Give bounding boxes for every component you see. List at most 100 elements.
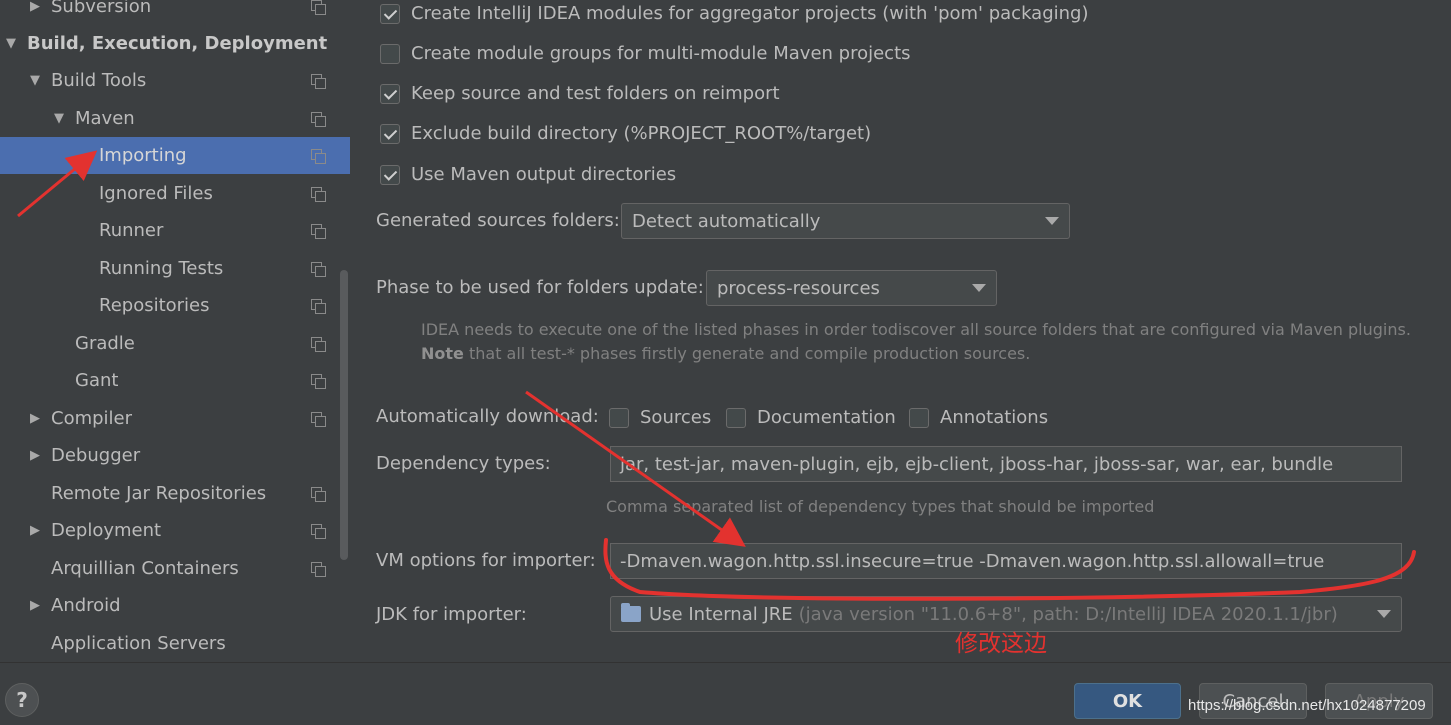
module-groups-checkbox[interactable] [380,43,400,64]
sidebar-item-build-tools[interactable]: ▼ Build Tools [0,62,350,99]
combo-value: process-resources [717,277,880,299]
project-scope-icon [311,111,326,127]
settings-dialog: ▶ Subversion ▼ Build, Execution, Deploym… [0,0,1451,725]
help-button[interactable]: ? [5,683,39,717]
phase-hint: IDEA needs to execute one of the listed … [421,320,1411,339]
download-sources-row[interactable]: Sources [609,407,711,428]
sidebar-item-label: Build Tools [51,70,147,91]
chevron-down-icon [1377,610,1391,618]
dependency-types-label: Dependency types: [376,453,551,474]
project-scope-icon [311,523,326,539]
checkbox-row-exclude-build-dir[interactable]: Exclude build directory (%PROJECT_ROOT%/… [380,123,871,144]
sidebar-item-label: Android [51,595,121,616]
download-annotations-row[interactable]: Annotations [909,407,1048,428]
sidebar-item-android[interactable]: ▶ Android [0,587,350,624]
checkbox-label: Documentation [757,407,896,428]
sidebar-item-arquillian-containers[interactable]: Arquillian Containers [0,550,350,587]
project-scope-icon [311,298,326,314]
vm-options-input[interactable]: -Dmaven.wagon.http.ssl.insecure=true -Dm… [610,543,1402,579]
settings-tree: ▶ Subversion ▼ Build, Execution, Deploym… [0,0,350,662]
checkbox-row-aggregator-modules[interactable]: Create IntelliJ IDEA modules for aggrega… [380,3,1089,24]
collapse-arrow-icon[interactable]: ▼ [52,111,66,126]
project-scope-icon [311,0,326,15]
sidebar-item-importing[interactable]: Importing [0,137,350,174]
sidebar-item-label: Gant [75,370,119,391]
auto-download-label: Automatically download: [376,406,599,427]
sidebar-item-label: Remote Jar Repositories [51,483,267,504]
sidebar-item-debugger[interactable]: ▶ Debugger [0,437,350,474]
sidebar-item-subversion[interactable]: ▶ Subversion [0,0,350,25]
sidebar-item-compiler[interactable]: ▶ Compiler [0,400,350,437]
folder-icon [621,603,641,622]
vm-options-label: VM options for importer: [376,550,596,571]
project-scope-icon [311,561,326,577]
download-documentation-checkbox[interactable] [726,407,746,428]
sidebar-item-running-tests[interactable]: Running Tests [0,250,350,287]
sidebar-item-ignored-files[interactable]: Ignored Files [0,175,350,212]
sidebar-item-runner[interactable]: Runner [0,212,350,249]
sidebar-item-label: Build, Execution, Deployment [27,33,328,54]
project-scope-icon [311,186,326,202]
aggregator-modules-checkbox[interactable] [380,3,400,24]
expand-arrow-icon[interactable]: ▶ [28,411,42,426]
dependency-types-input[interactable]: jar, test-jar, maven-plugin, ejb, ejb-cl… [610,446,1402,482]
sidebar-item-gradle[interactable]: Gradle [0,325,350,362]
sidebar-item-label: Application Servers [51,633,226,654]
sidebar-item-remote-jar-repositories[interactable]: Remote Jar Repositories [0,475,350,512]
sidebar-item-label: Importing [99,145,187,166]
project-scope-icon [311,148,326,164]
expand-arrow-icon[interactable]: ▶ [28,448,42,463]
download-sources-checkbox[interactable] [609,407,629,428]
sidebar-item-gant[interactable]: Gant [0,362,350,399]
download-documentation-row[interactable]: Documentation [726,407,896,428]
phase-combo[interactable]: process-resources [706,270,997,306]
phase-hint-note: Note that all test-* phases firstly gene… [421,344,1030,363]
sidebar-item-label: Deployment [51,520,162,541]
checkbox-row-keep-folders[interactable]: Keep source and test folders on reimport [380,83,780,104]
generated-sources-label: Generated sources folders: [376,210,620,231]
chevron-down-icon [1045,217,1059,225]
project-scope-icon [311,73,326,89]
sidebar-item-deployment[interactable]: ▶ Deployment [0,512,350,549]
sidebar-item-application-servers[interactable]: Application Servers [0,625,350,662]
expand-arrow-icon[interactable]: ▶ [28,0,42,14]
jdk-detail: (java version "11.0.6+8", path: D:/Intel… [798,603,1338,625]
note-label: Note [421,344,464,363]
dependency-types-hint: Comma separated list of dependency types… [606,497,1155,516]
combo-value: Detect automatically [632,210,821,232]
exclude-build-dir-checkbox[interactable] [380,123,400,144]
dialog-button-bar: ? OK Cancel Apply [0,662,1451,725]
project-scope-icon [311,411,326,427]
expand-arrow-icon[interactable]: ▶ [28,523,42,538]
input-value: jar, test-jar, maven-plugin, ejb, ejb-cl… [620,453,1334,475]
annotation-text: 修改这边 [955,631,1047,657]
sidebar-item-build-execution-deployment[interactable]: ▼ Build, Execution, Deployment [0,25,350,62]
checkbox-label: Sources [640,407,712,428]
sidebar-item-label: Debugger [51,445,141,466]
combo-value: Use Internal JRE [649,603,793,625]
collapse-arrow-icon[interactable]: ▼ [4,36,18,51]
expand-arrow-icon[interactable]: ▶ [28,598,42,613]
maven-importing-panel: Create IntelliJ IDEA modules for aggrega… [350,0,1451,662]
sidebar-item-maven[interactable]: ▼ Maven [0,100,350,137]
maven-output-dirs-checkbox[interactable] [380,164,400,185]
checkbox-row-module-groups[interactable]: Create module groups for multi-module Ma… [380,43,911,64]
collapse-arrow-icon[interactable]: ▼ [28,73,42,88]
checkbox-row-maven-output-dirs[interactable]: Use Maven output directories [380,164,676,185]
sidebar-item-label: Arquillian Containers [51,558,239,579]
sidebar-item-label: Gradle [75,333,135,354]
project-scope-icon [311,223,326,239]
download-annotations-checkbox[interactable] [909,407,929,428]
sidebar-item-label: Maven [75,108,135,129]
keep-folders-checkbox[interactable] [380,83,400,104]
sidebar-item-label: Running Tests [99,258,224,279]
sidebar-item-repositories[interactable]: Repositories [0,287,350,324]
input-value: -Dmaven.wagon.http.ssl.insecure=true -Dm… [620,550,1325,572]
generated-sources-combo[interactable]: Detect automatically [621,203,1070,239]
chevron-down-icon [972,284,986,292]
ok-button[interactable]: OK [1074,683,1181,719]
sidebar-scrollbar[interactable] [340,270,348,560]
checkbox-label: Keep source and test folders on reimport [411,83,780,104]
checkbox-label: Create IntelliJ IDEA modules for aggrega… [411,3,1089,24]
checkbox-label: Annotations [940,407,1049,428]
